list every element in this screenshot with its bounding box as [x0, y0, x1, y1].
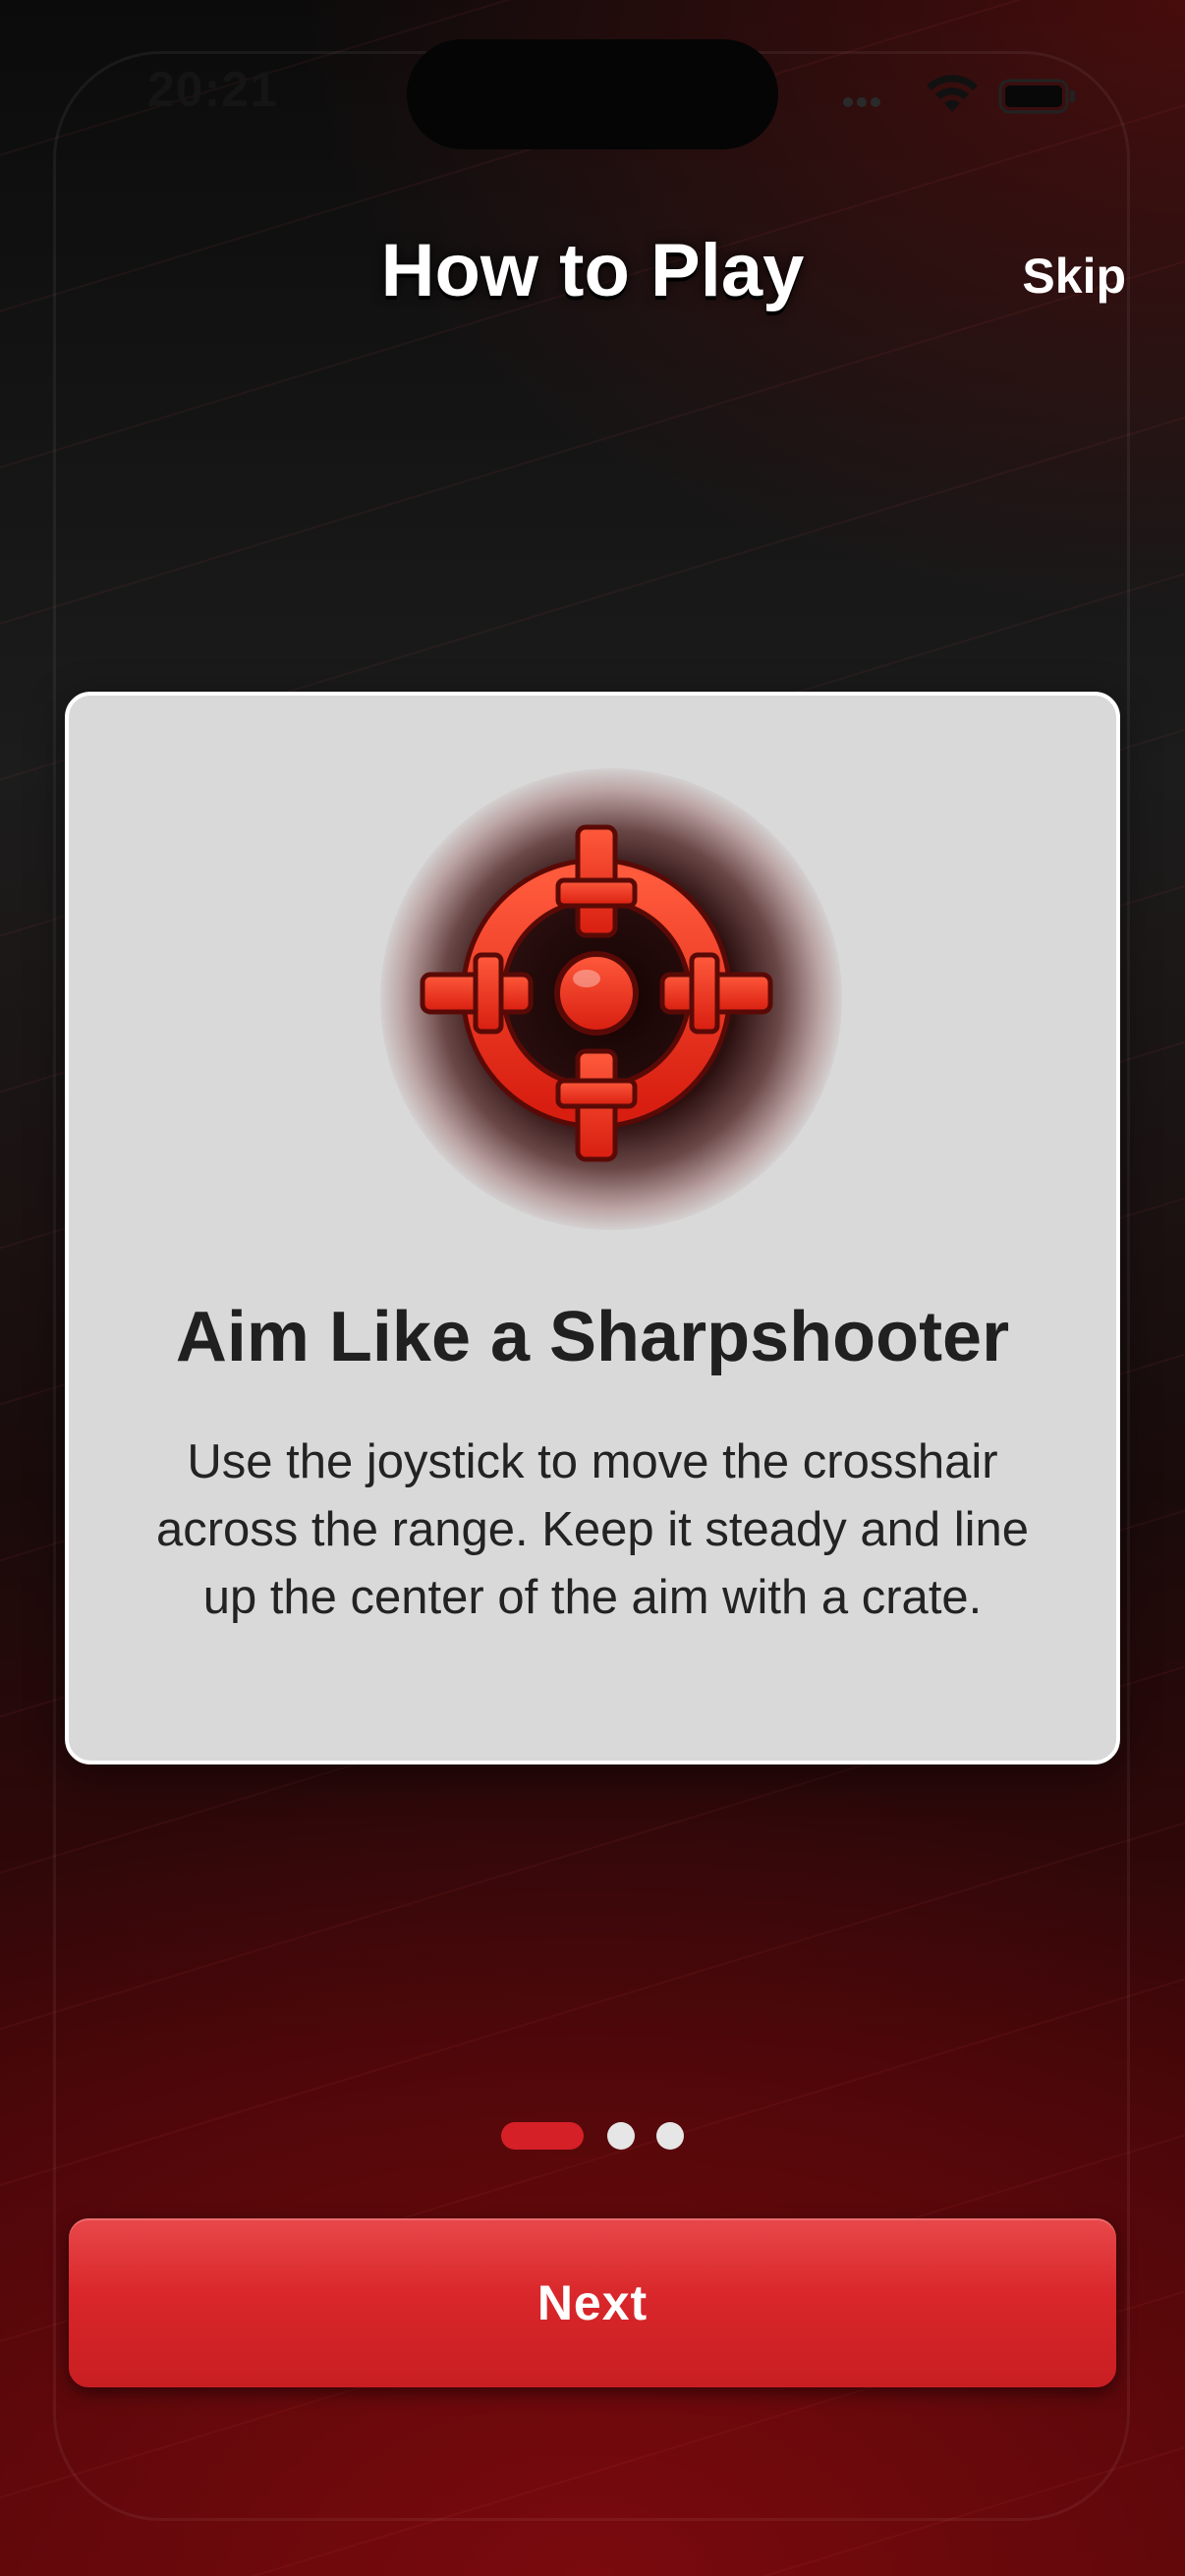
dynamic-island	[407, 39, 778, 149]
wifi-icon	[927, 75, 978, 112]
page-indicator-dot[interactable]	[607, 2122, 635, 2150]
tutorial-card: Aim Like a Sharpshooter Use the joystick…	[65, 692, 1120, 1764]
card-description: Use the joystick to move the crosshair a…	[155, 1435, 1029, 1624]
status-time: 20:21	[147, 62, 278, 117]
crosshair-icon	[420, 824, 773, 1162]
how-to-play-screen: 20:21 How to Play Skip Aim Like a Sharps…	[0, 0, 1185, 2576]
next-button[interactable]: Next	[69, 2218, 1116, 2387]
page-indicator-active[interactable]	[501, 2122, 584, 2150]
next-button-label: Next	[536, 2275, 649, 2330]
battery-icon	[998, 79, 1075, 114]
page-title: How to Play	[380, 229, 805, 312]
card-heading: Aim Like a Sharpshooter	[175, 1298, 1010, 1376]
cellular-signal-icon	[843, 94, 902, 114]
skip-button[interactable]: Skip	[1002, 248, 1126, 305]
page-indicator-dot[interactable]	[656, 2122, 684, 2150]
